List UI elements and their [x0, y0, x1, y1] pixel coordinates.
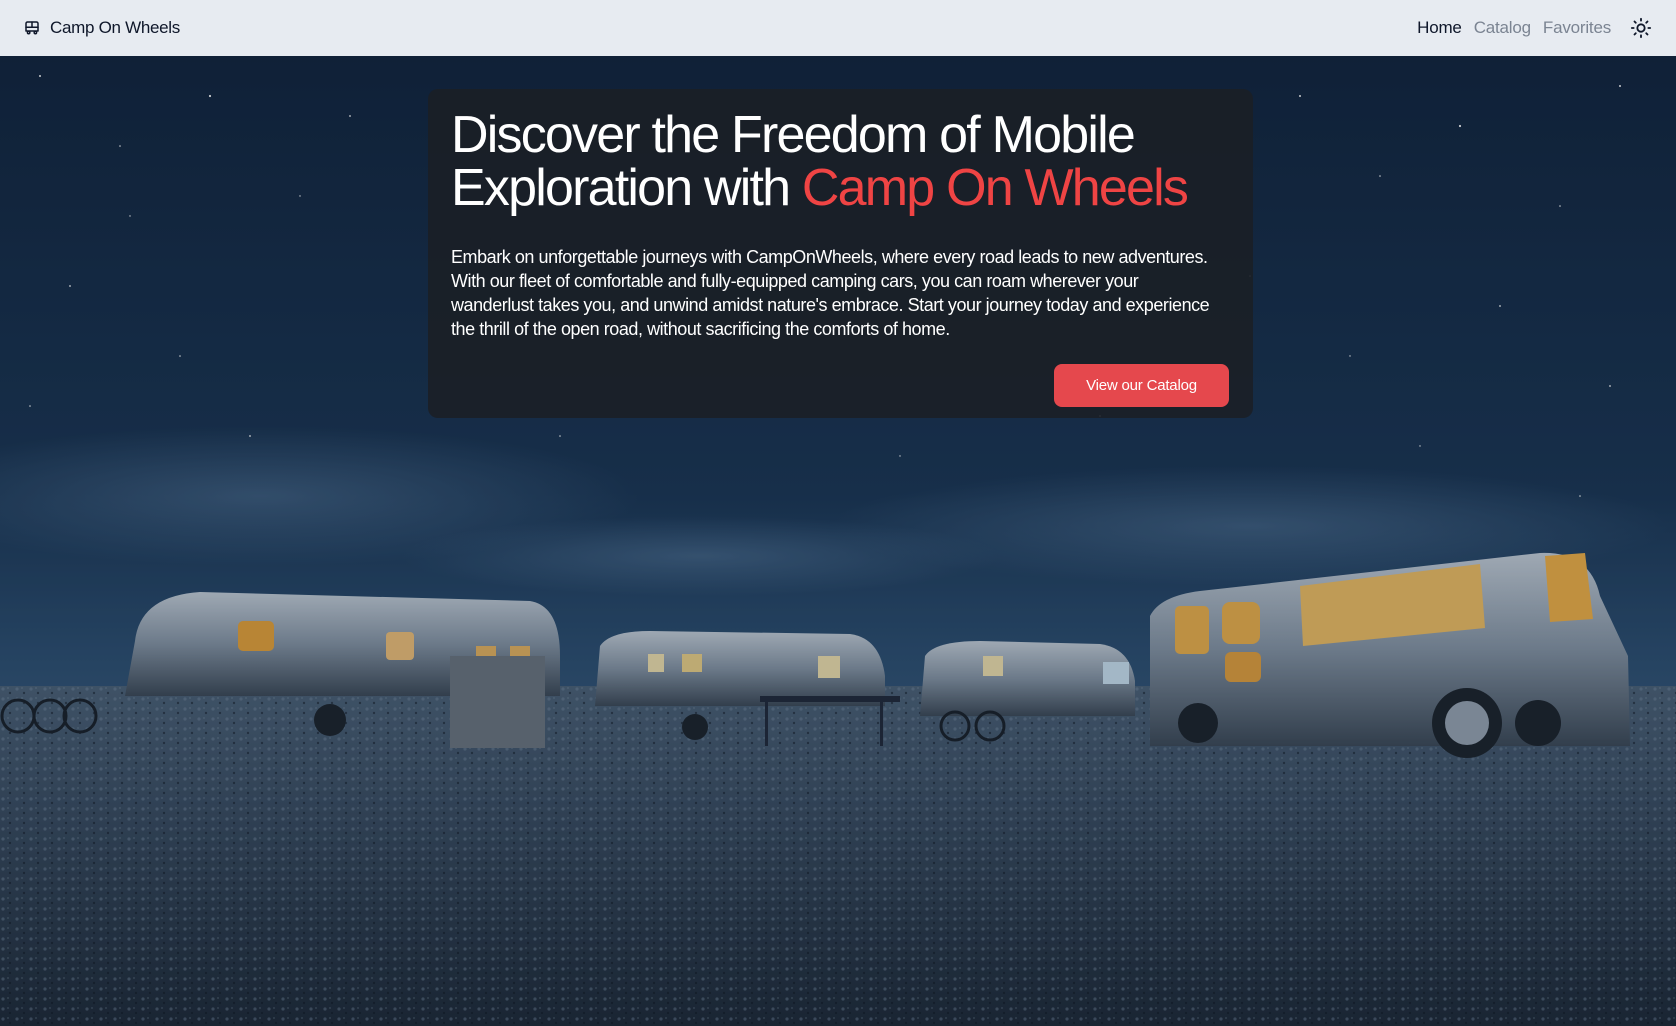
hero-description: Embark on unforgettable journeys with Ca…	[451, 247, 1210, 339]
hero-title-accent: Camp On Wheels	[801, 159, 1189, 217]
nav-links: Home Catalog Favorites	[1417, 15, 1654, 41]
nav-catalog-link[interactable]: Catalog	[1474, 18, 1531, 38]
hero-card: Discover the Freedom of Mobile Explorati…	[428, 89, 1253, 418]
brand-name: Camp On Wheels	[50, 18, 180, 37]
camper-van-icon	[23, 19, 41, 37]
nav-favorites-link[interactable]: Favorites	[1543, 18, 1611, 38]
hero-title: Discover the Freedom of Mobile Explorati…	[451, 109, 1229, 215]
hero-section: Discover the Freedom of Mobile Explorati…	[0, 56, 1676, 1026]
view-catalog-button[interactable]: View our Catalog	[1054, 364, 1229, 407]
brand-link[interactable]: Camp On Wheels	[23, 18, 180, 38]
nav-home-link[interactable]: Home	[1417, 18, 1462, 38]
navbar: Camp On Wheels Home Catalog Favorites	[0, 0, 1676, 56]
sun-icon[interactable]	[1628, 15, 1654, 41]
